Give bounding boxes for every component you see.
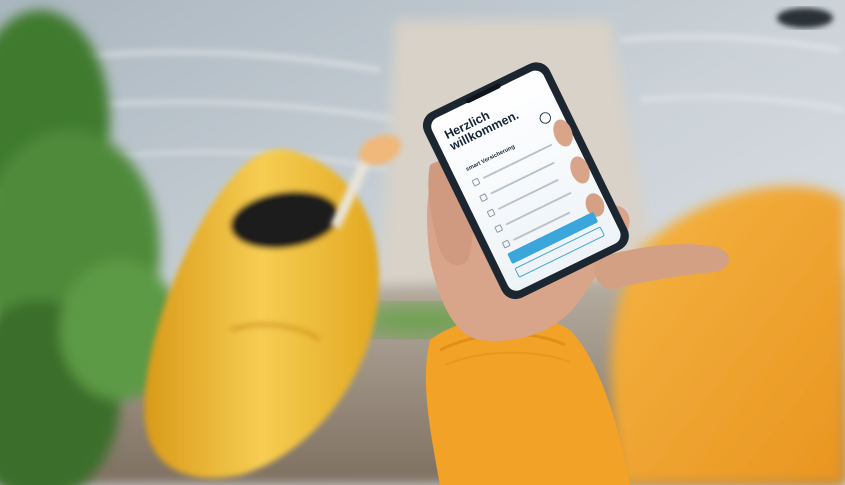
- checkbox-icon: [494, 223, 503, 233]
- checkbox-icon: [478, 192, 488, 202]
- fingerprint-icon: [537, 110, 553, 126]
- checkbox-icon: [486, 208, 496, 218]
- scene: [0, 0, 845, 485]
- checkbox-icon: [471, 177, 481, 187]
- dark-object: [777, 8, 833, 28]
- photo: Herzlich willkommen. smart Versicherung: [0, 0, 845, 485]
- checkbox-icon: [501, 239, 511, 249]
